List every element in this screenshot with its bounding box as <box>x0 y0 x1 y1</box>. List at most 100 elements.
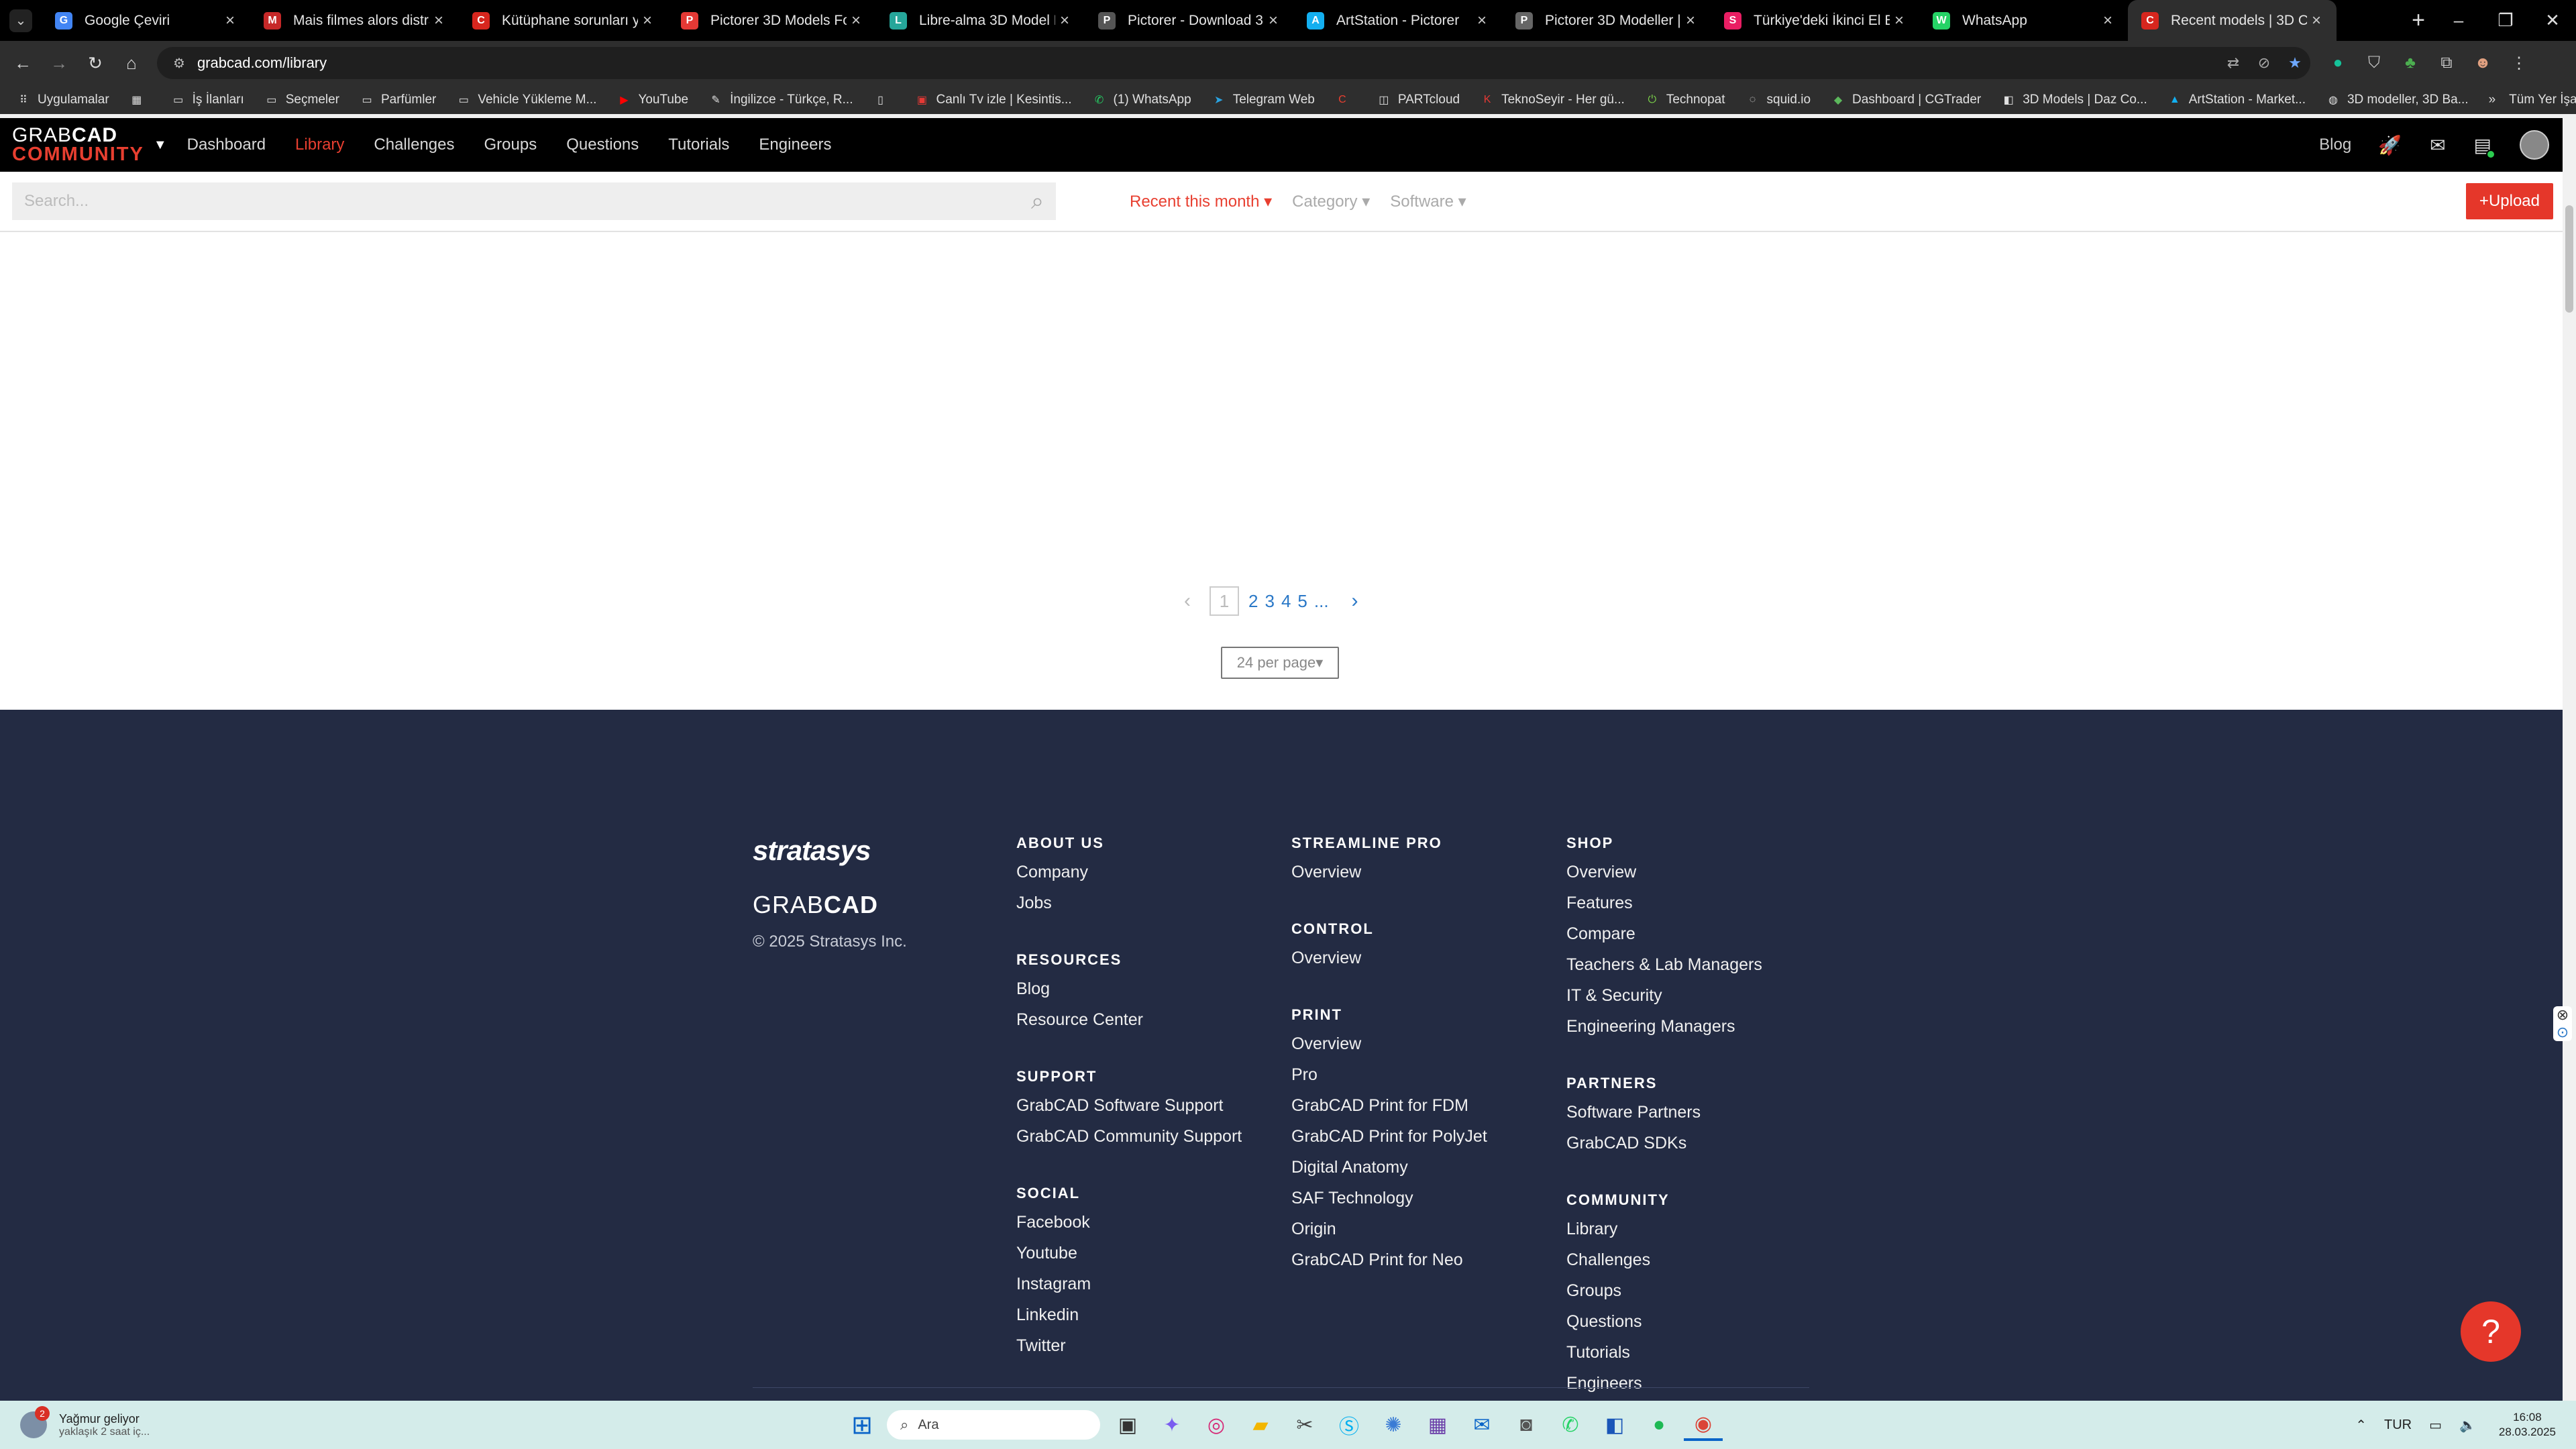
footer-link[interactable]: IT & Security <box>1566 986 1762 1006</box>
footer-link[interactable]: SAF Technology <box>1291 1189 1487 1208</box>
footer-link[interactable]: GrabCAD Print for Neo <box>1291 1250 1487 1270</box>
windows-start-icon[interactable]: ⊞ <box>847 1409 877 1440</box>
minimize-button[interactable]: – <box>2435 10 2482 31</box>
profile-icon[interactable]: ☻ <box>2465 54 2501 73</box>
bookmark-item[interactable]: ➤ Telegram Web <box>1212 93 1315 107</box>
browser-tab[interactable]: M Mais filmes alors distraite× <box>250 0 459 41</box>
footer-link[interactable]: Overview <box>1566 863 1762 882</box>
tab-close-icon[interactable]: × <box>847 11 865 30</box>
back-icon[interactable]: ← <box>9 53 36 74</box>
footer-link[interactable]: Tutorials <box>1566 1343 1762 1362</box>
footer-link[interactable]: Overview <box>1291 949 1487 968</box>
chrome-taskbar-icon[interactable]: ◉ <box>1684 1409 1723 1441</box>
footer-link[interactable]: Engineering Managers <box>1566 1017 1762 1036</box>
bookmark-item[interactable]: C <box>1335 93 1356 107</box>
copilot-icon[interactable]: ✦ <box>1152 1409 1191 1441</box>
footer-link[interactable]: Company <box>1016 863 1242 882</box>
footer-link[interactable]: Digital Anatomy <box>1291 1158 1487 1177</box>
bookmark-item[interactable]: ▭ Seçmeler <box>264 93 339 107</box>
grammarly-icon[interactable]: ● <box>2320 54 2356 73</box>
site-info-icon[interactable]: ⚙ <box>173 55 185 72</box>
scrollbar-thumb[interactable] <box>2565 205 2573 313</box>
browser-tab[interactable]: G Google Çeviri × <box>42 0 250 41</box>
browser-tab[interactable]: C Recent models | 3D CAD M× <box>2128 0 2337 41</box>
browser-tab[interactable]: C Kütüphane sorunları yaşaj× <box>459 0 667 41</box>
network-app-icon[interactable]: ✺ <box>1374 1409 1413 1441</box>
stratasys-logo[interactable]: stratasys <box>753 835 907 867</box>
nav-link-tutorials[interactable]: Tutorials <box>668 136 729 154</box>
filter-recent-dropdown[interactable]: Recent this month ▾ <box>1130 192 1272 211</box>
browser-tab[interactable]: P Pictorer - Download 3D M× <box>1085 0 1293 41</box>
task-view-icon[interactable]: ▣ <box>1108 1409 1147 1441</box>
browser-tab[interactable]: W WhatsApp × <box>1919 0 2128 41</box>
workbench-icon[interactable]: ▤ <box>2474 134 2496 159</box>
footer-link[interactable]: Questions <box>1566 1312 1762 1332</box>
footer-link[interactable]: Groups <box>1566 1281 1762 1301</box>
volume-icon[interactable]: 🔈 <box>2459 1417 2476 1434</box>
help-button[interactable]: ? <box>2461 1301 2521 1362</box>
extension-green-icon[interactable]: ♣ <box>2392 54 2428 73</box>
tab-close-icon[interactable]: × <box>2098 11 2117 30</box>
nav-link-engineers[interactable]: Engineers <box>759 136 831 154</box>
network-icon[interactable]: ▭ <box>2429 1417 2442 1434</box>
page-link[interactable]: ... <box>1314 591 1329 612</box>
bookmark-item[interactable]: ▦ <box>129 93 151 107</box>
page-link[interactable]: 4 <box>1281 591 1291 612</box>
nav-link-questions[interactable]: Questions <box>566 136 639 154</box>
eye-off-icon[interactable]: ⊘ <box>2249 54 2279 72</box>
nav-link-challenges[interactable]: Challenges <box>374 136 454 154</box>
taskbar-search-input[interactable]: ⌕ Ara <box>887 1410 1100 1440</box>
all-bookmarks-folder[interactable]: Tüm Yer İşaretleri <box>2509 93 2576 107</box>
bookmark-item[interactable]: ◌ squid.io <box>1746 93 1811 107</box>
filter-software-dropdown[interactable]: Software ▾ <box>1390 192 1466 211</box>
tray-overflow-icon[interactable]: ⌃ <box>2355 1417 2367 1434</box>
browser-tab[interactable]: P Pictorer 3D Modeller | 3D× <box>1502 0 1711 41</box>
bookmark-item[interactable]: ▭ İş İlanları <box>171 93 244 107</box>
page-link[interactable]: 2 <box>1248 591 1258 612</box>
per-page-select[interactable]: 24 per page ▾ <box>1221 647 1339 679</box>
bookmark-item[interactable]: ▲ ArtStation - Market... <box>2167 93 2306 107</box>
footer-link[interactable]: Youtube <box>1016 1244 1242 1263</box>
filter-category-dropdown[interactable]: Category ▾ <box>1292 192 1370 211</box>
tab-close-icon[interactable]: × <box>429 11 448 30</box>
footer-link[interactable]: GrabCAD Community Support <box>1016 1127 1242 1146</box>
browser-tab[interactable]: P Pictorer 3D Models For D× <box>667 0 876 41</box>
tab-search-button[interactable]: ⌄ <box>9 9 32 32</box>
bookmark-item[interactable]: ⠿ Uygulamalar <box>16 93 109 107</box>
footer-link[interactable]: Jobs <box>1016 894 1242 913</box>
bookmark-item[interactable]: ◆ Dashboard | CGTrader <box>1831 93 1981 107</box>
tab-close-icon[interactable]: × <box>1681 11 1700 30</box>
footer-link[interactable]: GrabCAD Software Support <box>1016 1096 1242 1116</box>
language-indicator[interactable]: TUR <box>2384 1417 2412 1433</box>
upload-button[interactable]: +Upload <box>2465 183 2553 219</box>
forward-icon[interactable]: → <box>46 53 72 74</box>
tab-close-icon[interactable]: × <box>2307 11 2326 30</box>
bookmark-item[interactable]: ⏻ Technopat <box>1645 93 1725 107</box>
close-window-button[interactable]: ✕ <box>2529 10 2576 31</box>
new-tab-button[interactable]: + <box>2402 7 2435 34</box>
grabcad-community-logo[interactable]: GRABCAD COMMUNITY <box>12 125 144 164</box>
file-explorer-icon[interactable]: ▰ <box>1241 1409 1280 1441</box>
browser-tab[interactable]: S Türkiye'deki İkinci El Eşya× <box>1711 0 1919 41</box>
footer-link[interactable]: GrabCAD Print for PolyJet <box>1291 1127 1487 1146</box>
bookmark-item[interactable]: ◍ 3D modeller, 3D Ba... <box>2326 93 2469 107</box>
skype-icon[interactable]: Ⓢ <box>1330 1409 1368 1441</box>
browser-tab[interactable]: L Libre-alma 3D Model Des× <box>876 0 1085 41</box>
bookmark-item[interactable]: ▭ Vehicle Yükleme M... <box>456 93 597 107</box>
bookmark-item[interactable]: ✎ İngilizce - Türkçe, R... <box>708 93 853 107</box>
home-icon[interactable]: ⌂ <box>118 53 145 74</box>
reload-icon[interactable]: ↻ <box>82 53 109 74</box>
bookmarks-overflow-button[interactable]: » <box>2489 93 2496 107</box>
tab-close-icon[interactable]: × <box>1472 11 1491 30</box>
bookmark-item[interactable]: ▭ Parfümler <box>360 93 436 107</box>
footer-link[interactable]: Facebook <box>1016 1213 1242 1232</box>
footer-link[interactable]: Features <box>1566 894 1762 913</box>
mail-icon[interactable]: ✉ <box>2430 134 2445 156</box>
bookmark-item[interactable]: ◫ PARTcloud <box>1377 93 1460 107</box>
bookmark-item[interactable]: ▣ Canlı Tv izle | Kesintis... <box>914 93 1072 107</box>
footer-link[interactable]: GrabCAD SDKs <box>1566 1134 1762 1153</box>
snipping-tool-icon[interactable]: ✂ <box>1285 1409 1324 1441</box>
spotify-icon[interactable]: ● <box>1640 1409 1678 1441</box>
outlook-icon[interactable]: ✉ <box>1462 1409 1501 1441</box>
bookmark-item[interactable]: K TeknoSeyir - Her gü... <box>1480 93 1625 107</box>
